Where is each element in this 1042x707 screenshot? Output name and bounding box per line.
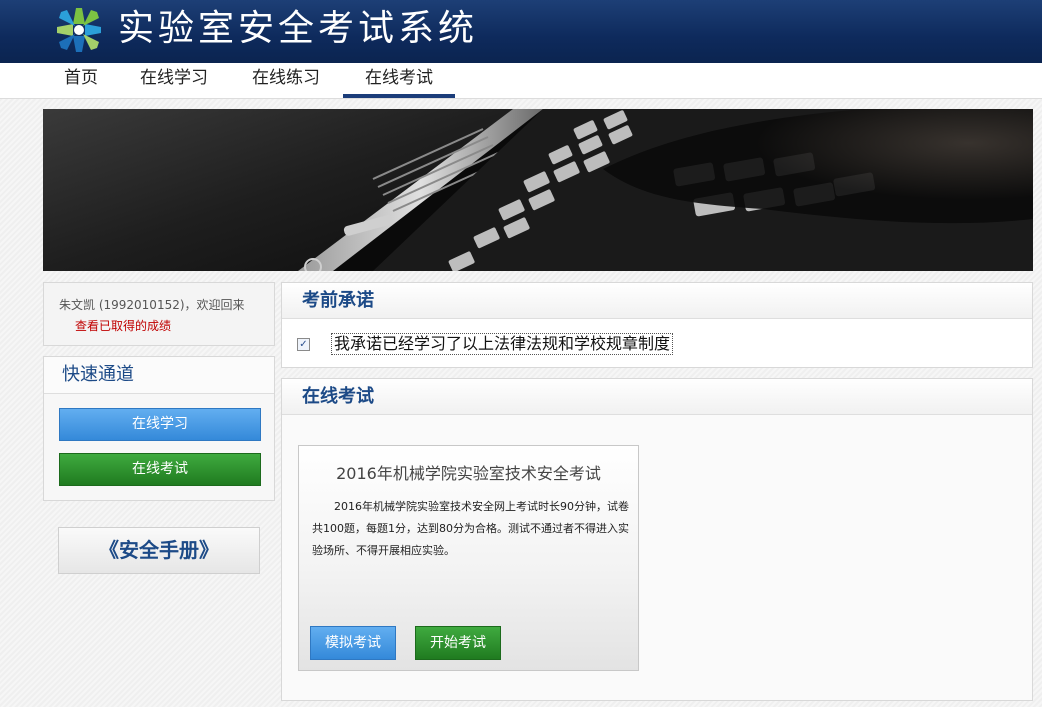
safety-manual-button[interactable]: 《安全手册》 bbox=[58, 527, 260, 574]
quick-channel-panel: 快速通道 在线学习 在线考试 bbox=[43, 356, 275, 501]
logo-icon bbox=[57, 8, 101, 52]
view-scores-link[interactable]: 查看已取得的成绩 bbox=[75, 317, 171, 334]
nav-home[interactable]: 首页 bbox=[52, 63, 110, 98]
exam-card-title: 2016年机械学院实验室技术安全考试 bbox=[336, 464, 601, 483]
mock-exam-button[interactable]: 模拟考试 bbox=[310, 626, 396, 660]
quick-exam-button[interactable]: 在线考试 bbox=[59, 453, 261, 486]
nav-online-exam[interactable]: 在线考试 bbox=[343, 63, 455, 98]
header-bar: 实验室安全考试系统 bbox=[0, 0, 1042, 63]
exam-section-title: 在线考试 bbox=[282, 379, 1032, 415]
exam-card: 2016年机械学院实验室技术安全考试 2016年机械学院实验室技术安全网上考试时… bbox=[298, 445, 639, 671]
exam-card-description: 2016年机械学院实验室技术安全网上考试时长90分钟，试卷共100题，每题1分，… bbox=[312, 500, 629, 557]
nav-online-practice[interactable]: 在线练习 bbox=[240, 63, 332, 98]
promise-label[interactable]: 我承诺已经学习了以上法律法规和学校规章制度 bbox=[331, 333, 674, 355]
keyboard-photo bbox=[43, 109, 1033, 271]
quick-study-button[interactable]: 在线学习 bbox=[59, 408, 261, 441]
pre-exam-promise-panel: 考前承诺 ✓ 我承诺已经学习了以上法律法规和学校规章制度 bbox=[281, 282, 1033, 368]
welcome-panel: 朱文凯 (1992010152)，欢迎回来 查看已取得的成绩 bbox=[43, 282, 275, 346]
main-nav: 首页 在线学习 在线练习 在线考试 bbox=[0, 63, 1042, 99]
welcome-text: 朱文凯 (1992010152)，欢迎回来 bbox=[59, 298, 245, 312]
start-exam-button[interactable]: 开始考试 bbox=[415, 626, 501, 660]
quick-channel-title: 快速通道 bbox=[44, 357, 274, 394]
banner-image bbox=[43, 109, 1033, 271]
promise-title: 考前承诺 bbox=[282, 283, 1032, 319]
online-exam-panel: 在线考试 2016年机械学院实验室技术安全考试 2016年机械学院实验室技术安全… bbox=[281, 378, 1033, 701]
site-title: 实验室安全考试系统 bbox=[118, 8, 479, 49]
nav-online-study[interactable]: 在线学习 bbox=[128, 63, 220, 98]
promise-checkbox[interactable]: ✓ bbox=[297, 338, 310, 351]
